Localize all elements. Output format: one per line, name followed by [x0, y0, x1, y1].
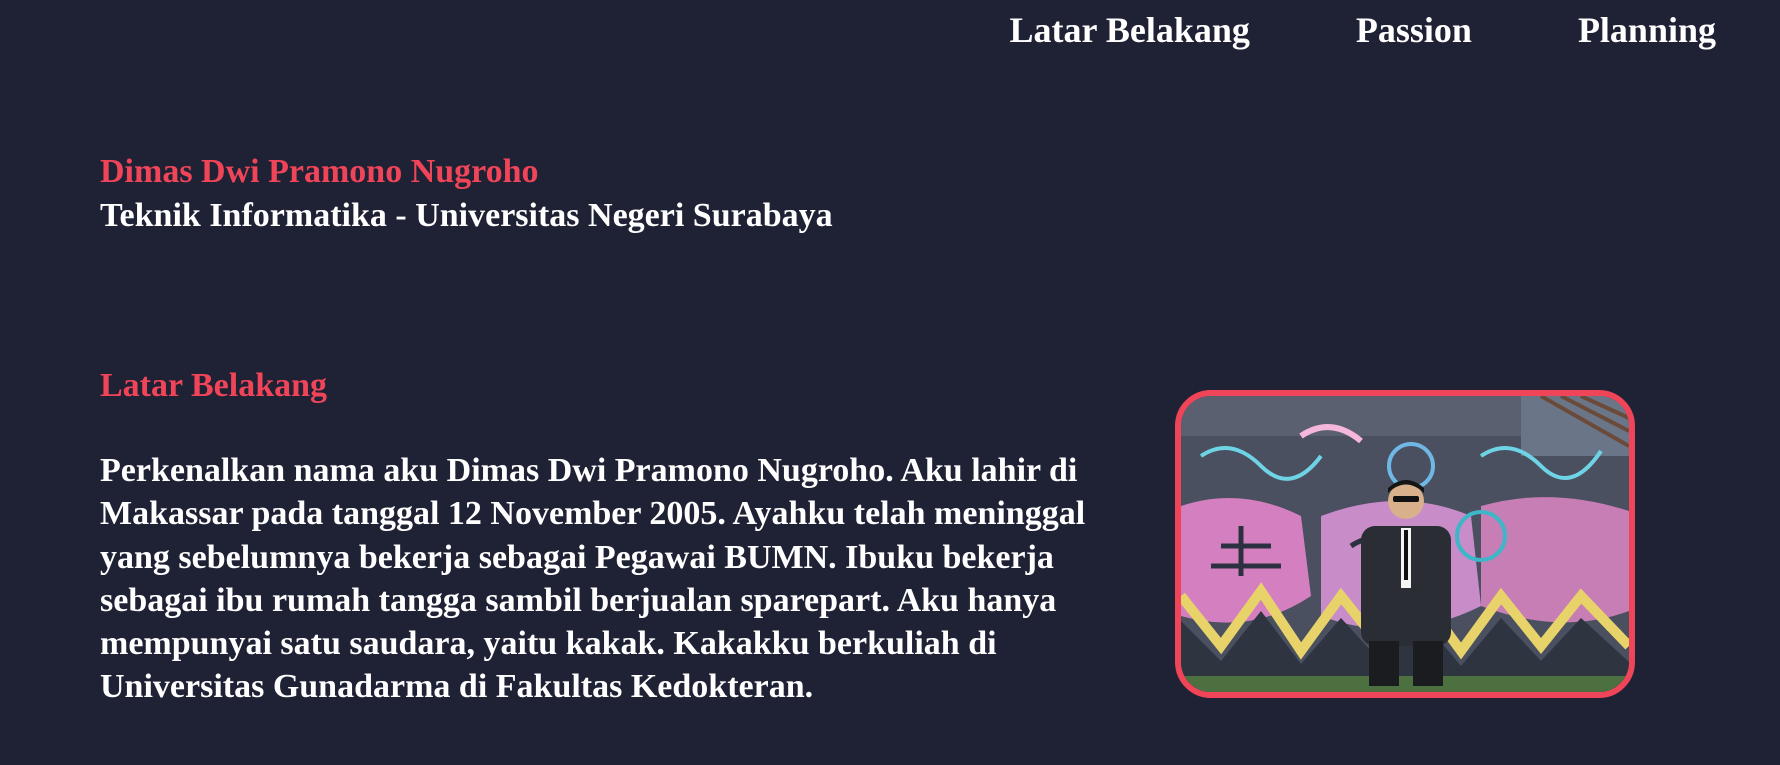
- section-body-latar-belakang: Perkenalkan nama aku Dimas Dwi Pramono N…: [100, 452, 1086, 706]
- section-title-latar-belakang: Latar Belakang: [100, 367, 328, 404]
- nav-link-latar-belakang[interactable]: Latar Belakang: [1010, 8, 1250, 52]
- nav-link-planning[interactable]: Planning: [1578, 8, 1716, 52]
- hero-name: Dimas Dwi Pramono Nugroho: [100, 153, 539, 190]
- top-navigation: Latar Belakang Passion Planning: [1010, 8, 1716, 52]
- hero-subtitle: Teknik Informatika - Universitas Negeri …: [100, 197, 833, 234]
- hero-section: Dimas Dwi Pramono Nugroho Teknik Informa…: [100, 150, 833, 238]
- profile-photo: [1175, 390, 1635, 698]
- profile-photo-graphic: [1181, 396, 1629, 692]
- nav-link-passion[interactable]: Passion: [1356, 8, 1472, 52]
